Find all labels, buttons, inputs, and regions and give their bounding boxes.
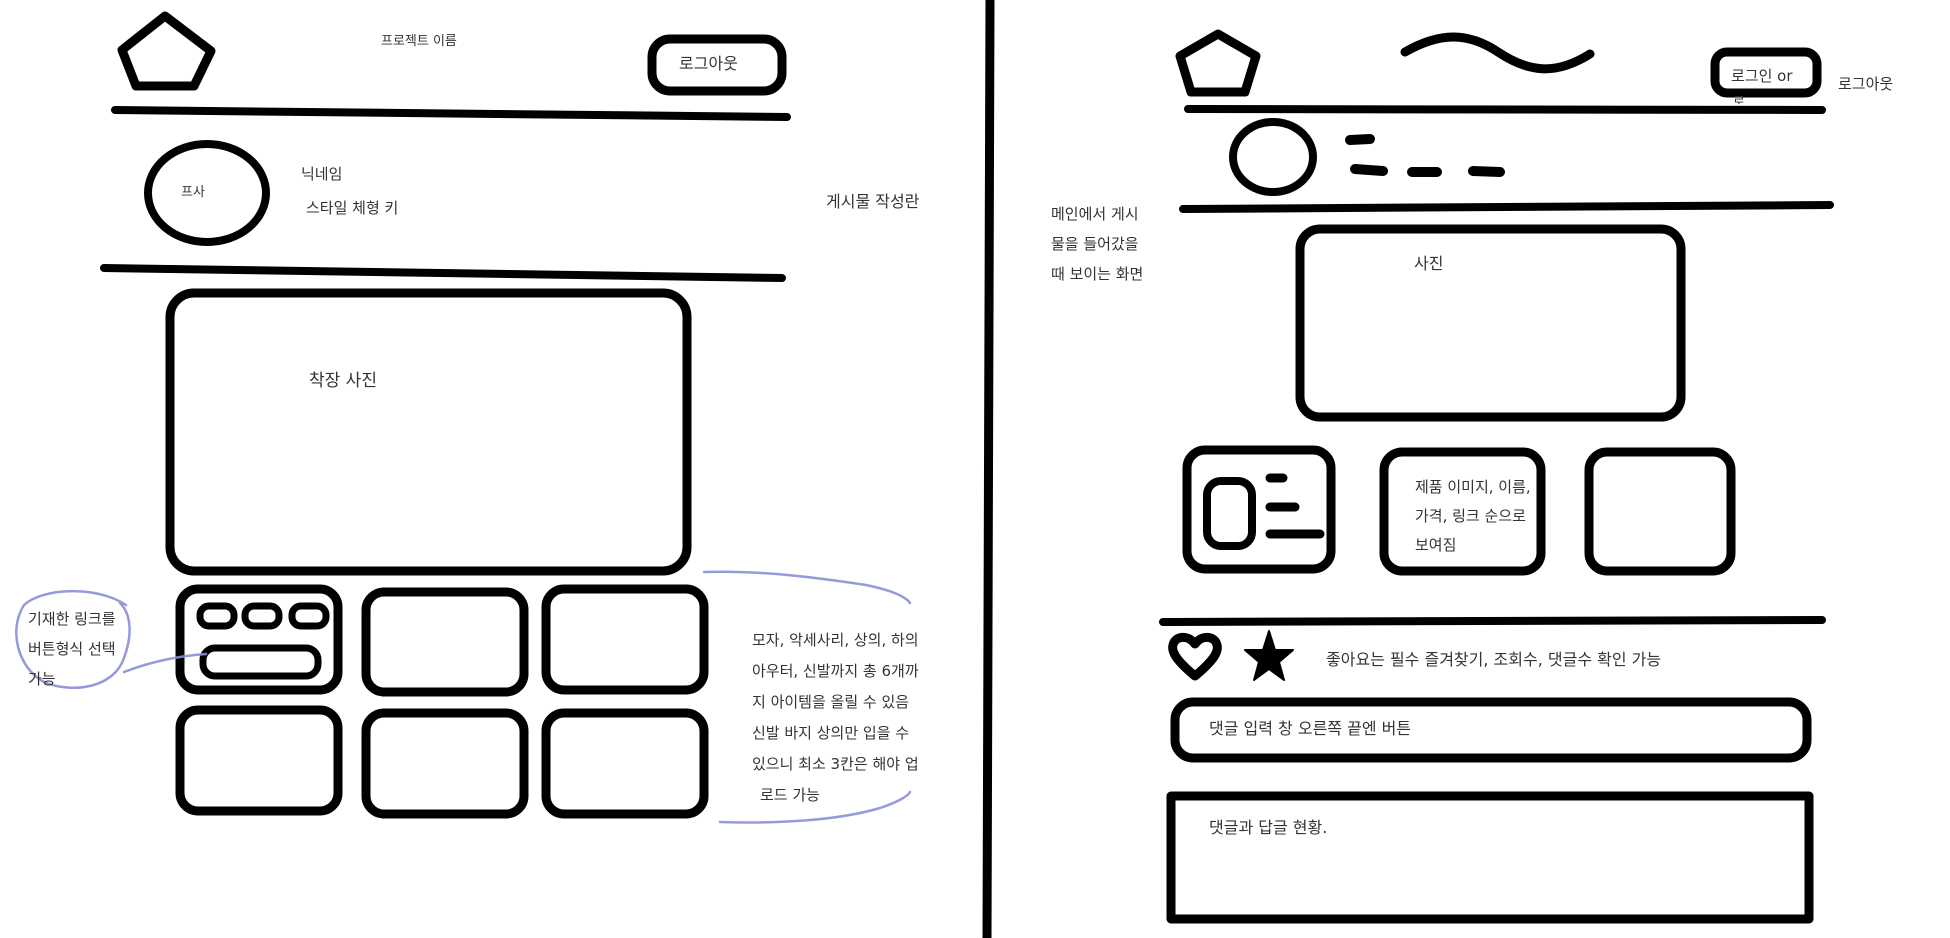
profile-divider: [100, 264, 786, 282]
dash-4: [1468, 166, 1505, 177]
dash-1: [1345, 134, 1375, 145]
author-divider: [1179, 201, 1834, 213]
view-header-divider: [1184, 105, 1826, 114]
login-or-label[interactable]: 로그인 or: [1731, 69, 1793, 84]
pentagon-logo-icon-2: [1175, 29, 1261, 97]
item-slot-2: [361, 587, 529, 697]
profile-photo-label: 프사: [181, 185, 205, 200]
dash-2: [1350, 164, 1388, 176]
view-side-note: 메인에서 게시 물을 들어갔을 때 보이는 화면: [1051, 205, 1144, 283]
product-card-3: [1584, 447, 1736, 576]
item-upload-note: 모자, 악세사리, 상의, 하의 아우터, 신발까지 총 6개까 지 아이템을 …: [752, 631, 919, 804]
product-divider: [1159, 616, 1826, 626]
screen-divider: [982, 0, 995, 938]
project-name: 프로젝트 이름: [381, 34, 457, 49]
author-avatar-circle: [1229, 118, 1317, 196]
product-info-note: 제품 이미지, 이름, 가격, 링크 순으로 보여짐: [1415, 478, 1531, 554]
link-mini-button-2: [241, 602, 283, 630]
comment-status-box: [1166, 791, 1814, 924]
outfit-photo-label: 착장 사진: [309, 371, 377, 391]
logout-text: 로그아웃: [1838, 75, 1894, 93]
wave-icon: [1400, 32, 1595, 74]
link-wide-button: [199, 644, 322, 680]
heart-icon: [1168, 632, 1222, 681]
header-divider: [111, 106, 791, 121]
link-mini-button-3: [288, 602, 330, 630]
logout-button-label[interactable]: 로그아웃: [679, 56, 738, 72]
link-note-arrow: [122, 652, 208, 674]
link-button-note: 기재한 링크를 버튼형식 선택 가능: [28, 610, 116, 688]
item-slot-3: [541, 584, 709, 695]
item-slot-6: [541, 708, 709, 819]
comment-input-label[interactable]: 댓글 입력 창 오른쪽 끝엔 버튼: [1209, 721, 1411, 737]
photo-label: 사진: [1414, 254, 1444, 273]
nickname-label: 닉네임: [301, 165, 343, 183]
wireframe-sketch: [15, 0, 1834, 938]
link-mini-button-1: [196, 602, 238, 630]
star-icon: [1244, 630, 1294, 681]
comment-status-label: 댓글과 답글 현황.: [1209, 818, 1328, 837]
post-photo-box: [1295, 224, 1686, 422]
style-height-label: 스타일 체형 키: [306, 199, 399, 217]
item-slot-4: [175, 705, 343, 816]
product-thumb: [1203, 477, 1256, 550]
login-or-cut-label: 로: [1733, 96, 1745, 104]
items-note-bracket-top: [702, 570, 912, 605]
profile-photo-circle: [144, 140, 270, 246]
outfit-photo-box: [165, 288, 692, 576]
item-slot-5: [361, 708, 529, 819]
pentagon-logo-icon: [117, 11, 216, 91]
like-favorite-note: 좋아요는 필수 즐겨찾기, 조회수, 댓글수 확인 가능: [1326, 650, 1662, 669]
post-write-side-label: 게시물 작성란: [826, 192, 920, 211]
